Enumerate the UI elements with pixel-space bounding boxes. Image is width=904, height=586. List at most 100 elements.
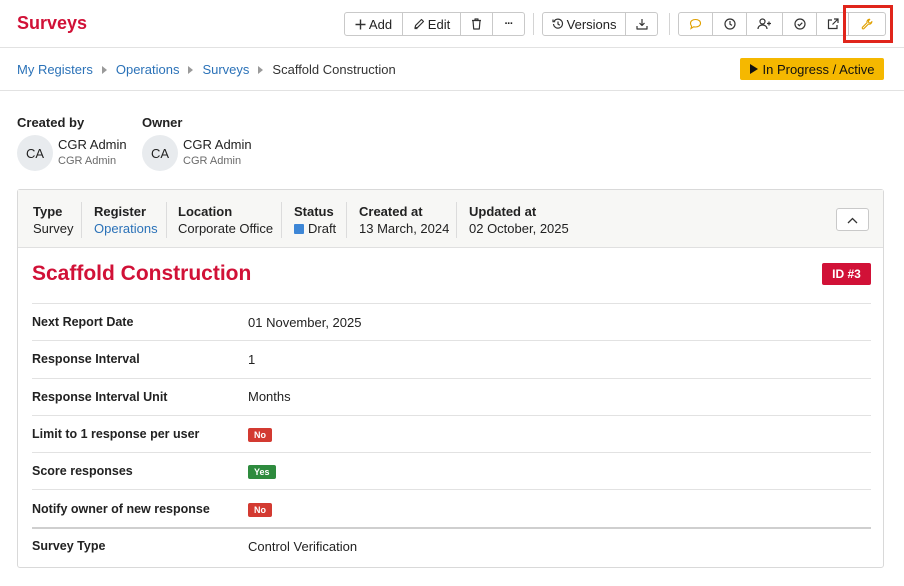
field-label: Response Interval Unit: [32, 389, 168, 404]
field-label: Response Interval: [32, 352, 140, 367]
meta-status-text: Draft: [308, 221, 337, 236]
add-button-label: Add: [368, 16, 393, 32]
field-label: Limit to 1 response per user: [32, 427, 200, 442]
meta-divider: [346, 202, 347, 238]
meta-location-value: Corporate Office: [178, 221, 274, 236]
avatar: CA: [142, 135, 178, 171]
breadcrumb-operations[interactable]: Operations: [116, 62, 180, 77]
created-by-heading: Created by: [17, 115, 85, 130]
breadcrumb-separator-icon: [101, 65, 107, 74]
meta-divider: [166, 202, 167, 238]
breadcrumb: My Registers Operations Surveys Scaffold…: [17, 62, 396, 77]
download-icon: [635, 18, 648, 30]
meta-status-value: Draft: [294, 220, 336, 238]
created-by-name: CGR Admin: [58, 137, 127, 152]
yes-badge: Yes: [248, 465, 276, 480]
id-badge: ID #3: [822, 263, 871, 285]
history-button[interactable]: [713, 13, 747, 35]
page-title: Surveys: [17, 13, 88, 33]
meta-divider: [456, 202, 457, 238]
more-button[interactable]: ···: [493, 13, 524, 35]
ellipsis-icon: ···: [504, 18, 514, 30]
check-circle-icon: [793, 18, 806, 30]
field-label: Next Report Date: [32, 315, 134, 330]
meta-divider: [281, 202, 282, 238]
add-button[interactable]: Add: [345, 13, 403, 35]
status-color-swatch: [294, 224, 304, 234]
field-label: Survey Type: [32, 539, 106, 554]
play-icon: [749, 64, 758, 74]
meta-created-at: Created at 13 March, 2024: [359, 203, 449, 238]
owner-person: CA CGR Admin CGR Admin: [142, 135, 252, 171]
versions-button-label: Versions: [566, 16, 617, 32]
status-button[interactable]: In Progress / Active: [740, 58, 884, 80]
no-badge: No: [248, 502, 272, 517]
meta-strip: Type Survey Register Operations Location…: [18, 190, 883, 248]
download-button[interactable]: [626, 13, 657, 35]
versions-button[interactable]: Versions: [543, 13, 627, 35]
edit-button-label: Edit: [427, 16, 451, 32]
breadcrumb-separator-icon: [188, 65, 194, 74]
external-link-icon: [827, 18, 839, 30]
comment-icon: [689, 18, 702, 30]
breadcrumb-bar: My Registers Operations Surveys Scaffold…: [0, 49, 904, 91]
record-card: Type Survey Register Operations Location…: [17, 189, 884, 568]
meta-created-at-label: Created at: [359, 204, 423, 219]
meta-updated-at-value: 02 October, 2025: [469, 221, 569, 236]
meta-status-label: Status: [294, 204, 334, 219]
top-bar: Surveys Add Edit ··· Versions: [0, 0, 904, 48]
field-value: 1: [248, 351, 256, 367]
breadcrumb-my-registers[interactable]: My Registers: [17, 62, 93, 77]
owner-subtitle: CGR Admin: [183, 155, 242, 167]
chevron-up-icon: [847, 212, 858, 227]
field-row: Score responses Yes: [32, 452, 871, 489]
created-by-subtitle: CGR Admin: [58, 155, 117, 167]
field-value: No: [248, 426, 272, 443]
collapse-button[interactable]: [836, 208, 869, 231]
toolbar-divider: [669, 13, 670, 35]
field-row: Next Report Date 01 November, 2025: [32, 303, 871, 340]
meta-register-link[interactable]: Operations: [94, 220, 158, 238]
field-row: Response Interval 1: [32, 340, 871, 377]
assign-user-button[interactable]: [747, 13, 783, 35]
edit-button[interactable]: Edit: [403, 13, 461, 35]
field-row: Limit to 1 response per user No: [32, 414, 871, 452]
created-by-person: CA CGR Admin CGR Admin: [17, 135, 127, 171]
meta-type-label: Type: [33, 204, 63, 219]
meta-updated-at-label: Updated at: [469, 204, 537, 219]
field-value: Months: [248, 389, 291, 405]
field-value: Control Verification: [248, 538, 358, 554]
plus-icon: [355, 19, 366, 30]
field-row: Notify owner of new response No: [32, 489, 871, 526]
delete-button[interactable]: [461, 13, 493, 35]
toolbar-divider: [533, 13, 534, 35]
owner-heading: Owner: [142, 115, 183, 130]
owner-name: CGR Admin: [183, 137, 252, 152]
meta-divider: [81, 202, 82, 238]
highlight-box: [843, 5, 893, 43]
record-actions-group: Add Edit ···: [344, 12, 525, 36]
meta-register: Register Operations: [94, 203, 158, 238]
comments-button[interactable]: [679, 13, 713, 35]
field-list: Next Report Date 01 November, 2025 Respo…: [32, 303, 871, 564]
meta-register-label: Register: [94, 204, 147, 219]
field-value: Yes: [248, 463, 276, 480]
field-value: No: [248, 501, 272, 517]
complete-button[interactable]: [783, 13, 817, 35]
meta-updated-at: Updated at 02 October, 2025: [469, 203, 569, 238]
record-title: Scaffold Construction: [32, 262, 252, 285]
clock-icon: [723, 18, 736, 30]
field-row: Survey Type Control Verification: [32, 526, 871, 564]
field-value: 01 November, 2025: [248, 314, 362, 330]
meta-status: Status Draft: [294, 203, 336, 238]
field-label: Notify owner of new response: [32, 501, 210, 516]
breadcrumb-surveys[interactable]: Surveys: [202, 62, 249, 77]
pencil-icon: [413, 18, 425, 30]
meta-type-value: Survey: [33, 221, 74, 236]
add-user-icon: [757, 18, 772, 30]
meta-location-label: Location: [178, 204, 233, 219]
history-icon: [552, 18, 564, 30]
breadcrumb-separator-icon: [258, 65, 264, 74]
avatar: CA: [17, 135, 53, 171]
field-label: Score responses: [32, 464, 133, 479]
